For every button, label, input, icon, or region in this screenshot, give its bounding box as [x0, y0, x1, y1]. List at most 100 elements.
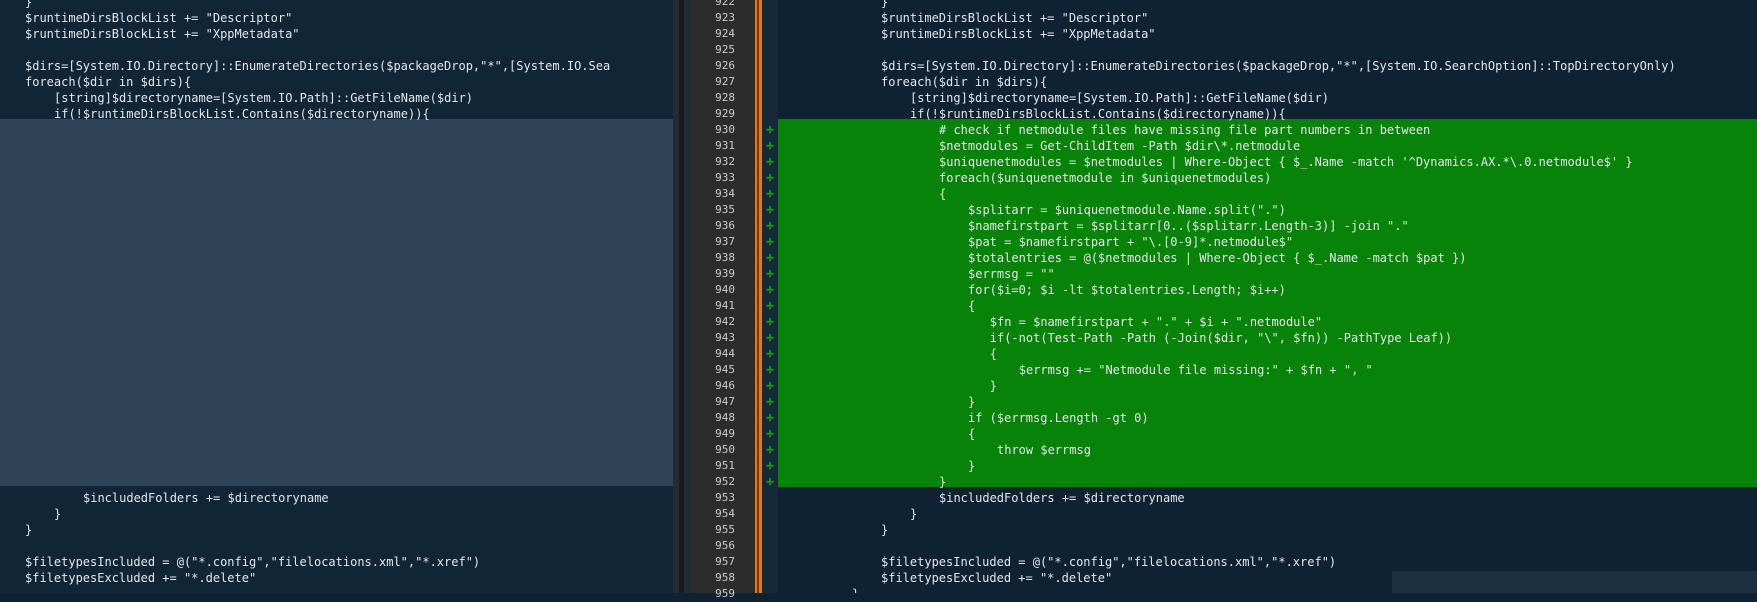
right-code-line: $runtimeDirsBlockList += "XppMetadata": [881, 27, 1156, 41]
line-number: 957: [715, 555, 735, 568]
right-code-line: $includedFolders += $directoryname: [939, 491, 1185, 505]
line-number: 922: [715, 0, 735, 8]
line-number: 923: [715, 11, 735, 24]
line-number: 925: [715, 43, 735, 56]
line-number: 937: [715, 235, 735, 248]
added-code-line: }: [968, 459, 976, 473]
plus-icon: +: [765, 138, 775, 154]
added-code-line: # check if netmodule files have missing …: [939, 123, 1431, 137]
right-diff-pane[interactable]: } $runtimeDirsBlockList += "Descriptor" $r…: [778, 0, 1757, 593]
plus-icon: +: [765, 442, 775, 458]
left-code-line: $filetypesExcluded += "*.delete": [25, 571, 257, 585]
left-code-line: $runtimeDirsBlockList += "XppMetadata": [25, 27, 300, 41]
plus-icon: +: [765, 458, 775, 474]
added-code-line: if(-not(Test-Path -Path (-Join($dir, "\"…: [989, 331, 1453, 345]
added-code-line: throw $errmsg: [997, 443, 1091, 457]
horizontal-scroll-area[interactable]: [1392, 571, 1757, 593]
line-number: 927: [715, 75, 735, 88]
line-number: 926: [715, 59, 735, 72]
left-code-line: }: [54, 507, 62, 521]
right-code-line: $filetypesIncluded = @("*.config","filel…: [881, 555, 1337, 569]
line-number: 958: [715, 571, 735, 584]
line-number: 950: [715, 443, 735, 456]
plus-icon: +: [765, 378, 775, 394]
line-number: 934: [715, 187, 735, 200]
right-code-line: [string]$directoryname=[System.IO.Path]:…: [910, 91, 1330, 105]
line-number: 943: [715, 331, 735, 344]
line-number: 941: [715, 299, 735, 312]
added-code-line: }: [968, 395, 976, 409]
plus-icon: +: [765, 282, 775, 298]
added-code-line: $fn = $namefirstpart + "." + $i + ".netm…: [989, 315, 1323, 329]
line-number: 931: [715, 139, 735, 152]
line-number: 942: [715, 315, 735, 328]
added-code-line: $netmodules = Get-ChildItem -Path $dir\*…: [939, 139, 1301, 153]
line-number: 946: [715, 379, 735, 392]
added-code-line: $errmsg += "Netmodule file missing:" + $…: [1018, 363, 1373, 377]
added-code-line: foreach($uniquenetmodule in $uniquenetmo…: [939, 171, 1272, 185]
left-diff-pane[interactable]: } $runtimeDirsBlockList += "Descriptor" $r…: [0, 0, 673, 593]
added-marker-column: + + + + + + + + + + + + + + + + + + + + + + +: [762, 0, 778, 593]
line-number: 932: [715, 155, 735, 168]
plus-icon: +: [765, 250, 775, 266]
plus-icon: +: [765, 122, 775, 138]
line-number: 953: [715, 491, 735, 504]
added-code-line: $errmsg = "": [968, 267, 1055, 281]
added-code-line: if ($errmsg.Length -gt 0): [968, 411, 1149, 425]
left-code-line: $runtimeDirsBlockList += "Descriptor": [25, 11, 293, 25]
plus-icon: +: [765, 314, 775, 330]
added-code-line: $namefirstpart = $splitarr[0..($splitarr…: [968, 219, 1409, 233]
added-code-line: $splitarr = $uniquenetmodule.Name.split(…: [968, 203, 1286, 217]
right-code-line: $filetypesExcluded += "*.delete": [881, 571, 1113, 585]
line-number-gutter: 922 923 924 925 926 927 928 929 930 931 932 933 934 9…: [691, 0, 758, 600]
right-code-line: foreach($dir in $dirs){: [881, 75, 1048, 89]
line-number: 959: [715, 587, 735, 600]
plus-icon: +: [765, 410, 775, 426]
added-code-line: $pat = $namefirstpart + "\.[0-9]*.netmod…: [968, 235, 1294, 249]
right-code-line: [778, 42, 881, 58]
left-code-line: [string]$directoryname=[System.IO.Path]:…: [54, 91, 474, 105]
plus-icon: +: [765, 186, 775, 202]
line-number: 939: [715, 267, 735, 280]
plus-icon: +: [765, 394, 775, 410]
line-number: 938: [715, 251, 735, 264]
line-number: 935: [715, 203, 735, 216]
left-code-line: $filetypesIncluded = @("*.config","filel…: [25, 555, 481, 569]
line-number: 924: [715, 27, 735, 40]
added-code-line: }: [939, 475, 947, 489]
left-missing-block: [0, 119, 673, 486]
line-number: 955: [715, 523, 735, 536]
line-number: 933: [715, 171, 735, 184]
line-number: 928: [715, 91, 735, 104]
plus-icon: +: [765, 202, 775, 218]
line-number: 952: [715, 475, 735, 488]
left-code-line: foreach($dir in $dirs){: [25, 75, 192, 89]
added-code-line: for($i=0; $i -lt $totalentries.Length; $…: [968, 283, 1286, 297]
line-number: 951: [715, 459, 735, 472]
left-code-line: $dirs=[System.IO.Directory]::EnumerateDi…: [25, 59, 611, 73]
line-number: 929: [715, 107, 735, 120]
line-number: 956: [715, 539, 735, 552]
left-code-line: }: [25, 523, 33, 537]
line-number: 936: [715, 219, 735, 232]
plus-icon: +: [765, 426, 775, 442]
left-code-line: }: [25, 0, 33, 9]
right-code-line: $runtimeDirsBlockList += "Descriptor": [881, 11, 1149, 25]
line-number: 940: [715, 283, 735, 296]
plus-icon: +: [765, 298, 775, 314]
line-number: 930: [715, 123, 735, 136]
left-code-line: if(!$runtimeDirsBlockList.Contains($dire…: [54, 107, 430, 121]
right-code-line: $dirs=[System.IO.Directory]::EnumerateDi…: [881, 59, 1676, 73]
added-code-line: {: [939, 187, 947, 201]
added-code-line: {: [968, 299, 976, 313]
added-code-line: {: [968, 427, 976, 441]
added-code-line: {: [989, 347, 997, 361]
line-number: 947: [715, 395, 735, 408]
right-code-line: }: [910, 507, 918, 521]
line-number: 945: [715, 363, 735, 376]
plus-icon: +: [765, 154, 775, 170]
pane-splitter[interactable]: [673, 0, 691, 593]
line-number: 948: [715, 411, 735, 424]
right-code-line: }: [778, 586, 859, 593]
plus-icon: +: [765, 330, 775, 346]
